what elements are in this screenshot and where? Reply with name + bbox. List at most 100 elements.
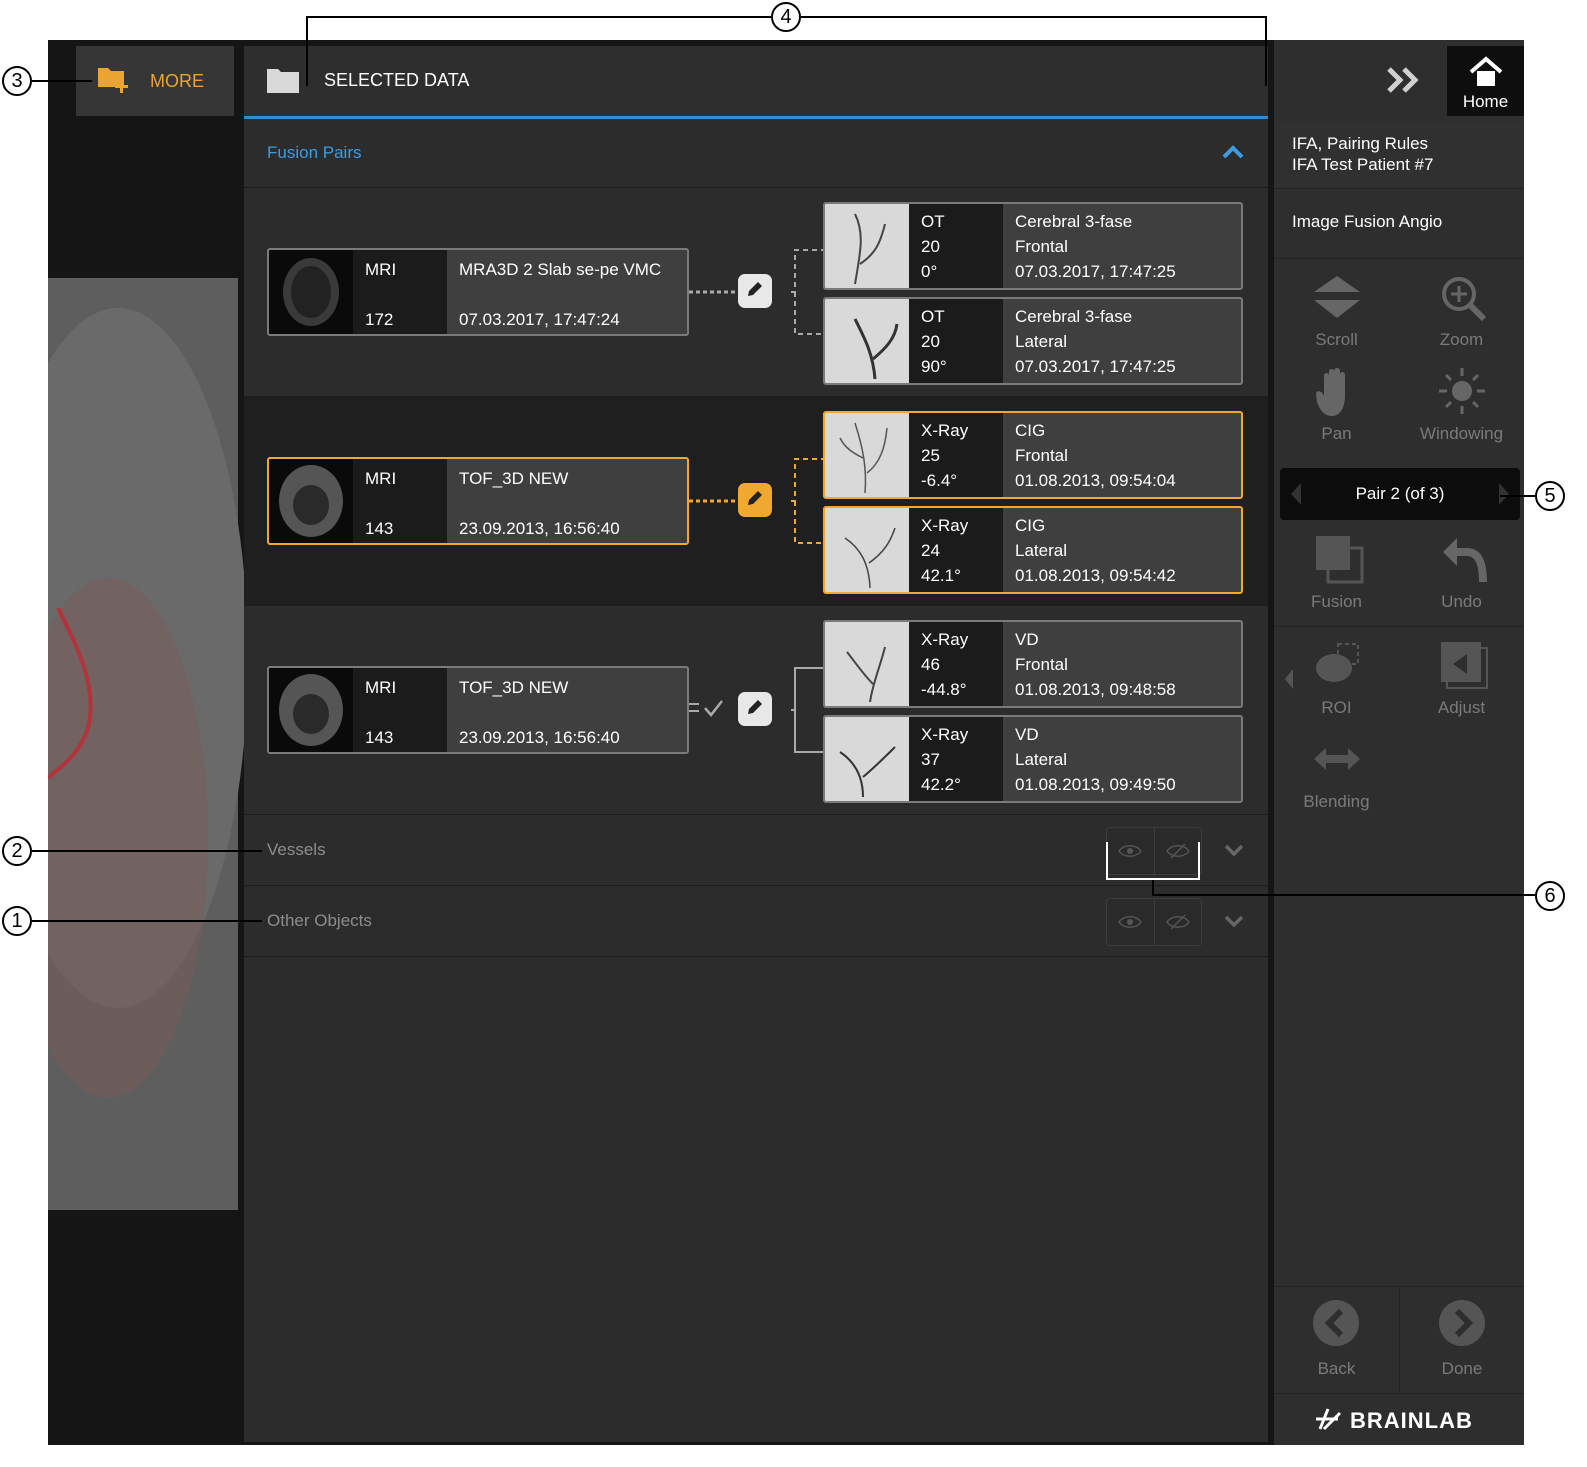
windowing-tool[interactable]: Windowing bbox=[1399, 366, 1524, 446]
angio-name: Cerebral 3-fase bbox=[1015, 307, 1133, 326]
angio-card[interactable]: X-Ray 46 -44.8° VD Frontal 01.08.2013, 0… bbox=[823, 620, 1243, 708]
adjust-tool[interactable]: Adjust bbox=[1399, 640, 1524, 720]
home-icon bbox=[1469, 56, 1503, 93]
mri-card[interactable]: MRI 143 TOF_3D NEW 23.09.2013, 16:56:40 bbox=[267, 666, 689, 754]
angio-angle: -44.8° bbox=[921, 680, 967, 699]
angio-card[interactable]: X-Ray 37 42.2° VD Lateral 01.08.2013, 09… bbox=[823, 715, 1243, 803]
more-button[interactable]: MORE bbox=[76, 46, 234, 116]
callout-3: 3 bbox=[2, 66, 32, 96]
other-objects-section-header[interactable]: Other Objects bbox=[244, 886, 1268, 957]
more-button-label: MORE bbox=[150, 70, 204, 91]
angio-modality: OT bbox=[921, 307, 945, 326]
callout-2-line bbox=[32, 850, 262, 852]
angio-view: Lateral bbox=[1015, 541, 1067, 560]
edit-pair-button[interactable] bbox=[738, 692, 772, 726]
workflow-name: Image Fusion Angio bbox=[1292, 212, 1443, 231]
double-chevron-right-icon[interactable] bbox=[1386, 66, 1422, 99]
selected-data-header: SELECTED DATA bbox=[244, 46, 1268, 119]
angio-angle: 42.1° bbox=[921, 566, 961, 585]
eye-icon[interactable] bbox=[1107, 899, 1154, 945]
add-folder-icon bbox=[96, 64, 132, 99]
fusion-pairs-section-header[interactable]: Fusion Pairs bbox=[244, 119, 1268, 188]
blending-label: Blending bbox=[1303, 792, 1370, 811]
pencil-icon bbox=[745, 488, 765, 513]
chevron-down-icon[interactable] bbox=[1224, 843, 1244, 861]
scroll-tool[interactable]: Scroll bbox=[1274, 272, 1399, 352]
mri-thumbnail bbox=[269, 459, 353, 543]
fusion-pair-row: MRI 172 MRA3D 2 Slab se-pe VMC 07.03.201… bbox=[244, 188, 1268, 397]
eye-hidden-icon[interactable] bbox=[1153, 899, 1202, 945]
pair-connector bbox=[689, 249, 824, 335]
scroll-label: Scroll bbox=[1315, 330, 1358, 349]
brainlab-logo: BRAINLAB bbox=[1314, 1404, 1473, 1438]
patient-line2: IFA Test Patient #7 bbox=[1292, 155, 1434, 174]
mri-name: TOF_3D NEW bbox=[459, 469, 569, 488]
angio-modality: X-Ray bbox=[921, 516, 969, 535]
mri-card[interactable]: MRI 143 TOF_3D NEW 23.09.2013, 16:56:40 bbox=[267, 457, 689, 545]
zoom-tool[interactable]: Zoom bbox=[1399, 272, 1524, 352]
angio-angle: 0° bbox=[921, 262, 938, 281]
pan-label: Pan bbox=[1321, 424, 1352, 443]
pair-connector bbox=[689, 667, 824, 753]
pencil-icon bbox=[745, 279, 765, 304]
eye-hidden-icon[interactable] bbox=[1153, 828, 1202, 874]
callout-3-line bbox=[32, 80, 92, 82]
undo-tool[interactable]: Undo bbox=[1399, 534, 1524, 614]
done-button[interactable]: Done bbox=[1400, 1287, 1524, 1393]
back-label: Back bbox=[1317, 1359, 1356, 1378]
angio-card[interactable]: OT 20 0° Cerebral 3-fase Frontal 07.03.2… bbox=[823, 202, 1243, 290]
angio-modality: X-Ray bbox=[921, 630, 969, 649]
chevron-up-icon[interactable] bbox=[1222, 145, 1244, 164]
angio-name: VD bbox=[1015, 630, 1039, 649]
angio-date: 01.08.2013, 09:49:50 bbox=[1015, 775, 1176, 794]
back-button[interactable]: Back bbox=[1274, 1287, 1399, 1393]
undo-label: Undo bbox=[1441, 592, 1482, 611]
angio-name: CIG bbox=[1015, 421, 1046, 440]
angio-angle: 42.2° bbox=[921, 775, 961, 794]
mri-name: MRA3D 2 Slab se-pe VMC bbox=[459, 260, 662, 279]
angio-modality: X-Ray bbox=[921, 421, 969, 440]
callout-1: 1 bbox=[2, 906, 32, 936]
mri-count: 143 bbox=[365, 519, 394, 538]
edit-pair-button[interactable] bbox=[738, 483, 772, 517]
angio-view: Lateral bbox=[1015, 750, 1067, 769]
angio-thumbnail bbox=[825, 508, 909, 592]
scroll-icon bbox=[1312, 274, 1362, 325]
pair-navigator[interactable]: Pair 2 (of 3) bbox=[1280, 468, 1520, 520]
home-label: Home bbox=[1462, 92, 1509, 111]
vessels-section-header[interactable]: Vessels bbox=[244, 815, 1268, 886]
fusion-tool[interactable]: Fusion bbox=[1274, 534, 1399, 614]
angio-card[interactable]: X-Ray 24 42.1° CIG Lateral 01.08.2013, 0… bbox=[823, 506, 1243, 594]
roi-tool[interactable]: ROI bbox=[1274, 640, 1399, 720]
edit-pair-button[interactable] bbox=[738, 274, 772, 308]
angio-name: CIG bbox=[1015, 516, 1046, 535]
angio-card[interactable]: OT 20 90° Cerebral 3-fase Lateral 07.03.… bbox=[823, 297, 1243, 385]
image-viewer-background bbox=[48, 278, 248, 1210]
mri-date: 23.09.2013, 16:56:40 bbox=[459, 728, 620, 747]
angio-date: 01.08.2013, 09:54:42 bbox=[1015, 566, 1176, 585]
callout-2: 2 bbox=[2, 836, 32, 866]
angio-thumbnail bbox=[825, 204, 909, 288]
right-sidebar: Home IFA, Pairing Rules IFA Test Patient… bbox=[1274, 40, 1524, 1445]
eye-icon[interactable] bbox=[1107, 828, 1154, 874]
blending-tool[interactable]: Blending bbox=[1274, 734, 1399, 814]
brainlab-wordmark: BRAINLAB bbox=[1350, 1408, 1473, 1433]
angio-view: Lateral bbox=[1015, 332, 1067, 351]
mri-date: 23.09.2013, 16:56:40 bbox=[459, 519, 620, 538]
done-label: Done bbox=[1441, 1359, 1483, 1378]
angio-count: 24 bbox=[921, 541, 940, 560]
angio-count: 25 bbox=[921, 446, 940, 465]
mri-count: 143 bbox=[365, 728, 394, 747]
angio-thumbnail bbox=[825, 413, 909, 497]
angio-count: 37 bbox=[921, 750, 940, 769]
pan-tool[interactable]: Pan bbox=[1274, 366, 1399, 446]
angio-modality: X-Ray bbox=[921, 725, 969, 744]
folder-icon bbox=[266, 66, 300, 99]
angio-card[interactable]: X-Ray 25 -6.4° CIG Frontal 01.08.2013, 0… bbox=[823, 411, 1243, 499]
selected-data-title: SELECTED DATA bbox=[324, 70, 470, 90]
home-button[interactable]: Home bbox=[1447, 46, 1524, 116]
mri-modality: MRI bbox=[365, 469, 397, 488]
chevron-down-icon[interactable] bbox=[1224, 914, 1244, 932]
mri-card[interactable]: MRI 172 MRA3D 2 Slab se-pe VMC 07.03.201… bbox=[267, 248, 689, 336]
angio-thumbnail bbox=[825, 717, 909, 801]
